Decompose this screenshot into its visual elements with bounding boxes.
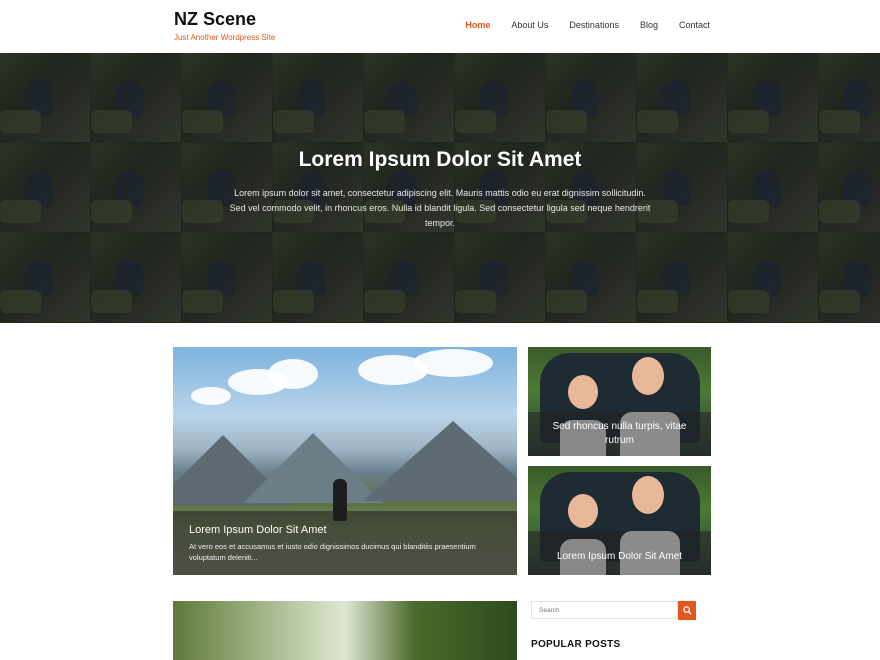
hero-banner: Lorem Ipsum Dolor Sit Amet Lorem ipsum d…	[0, 53, 880, 323]
featured-post-side-1-title[interactable]: Sed rhoncus nulla turpis, vitae rutrum	[538, 420, 701, 448]
site-title[interactable]: NZ Scene	[174, 9, 256, 30]
featured-post-main-excerpt: At vero eos et accusamus et iusto odio d…	[189, 542, 476, 562]
main-nav: Home About Us Destinations Blog Contact	[444, 20, 710, 30]
featured-post-main[interactable]: Lorem Ipsum Dolor Sit Amet At vero eos e…	[173, 347, 517, 575]
nav-item-blog[interactable]: Blog	[640, 20, 658, 30]
site-header: NZ Scene Just Another Wordpress Site Hom…	[0, 0, 880, 53]
nav-item-contact[interactable]: Contact	[679, 20, 710, 30]
featured-post-main-title[interactable]: Lorem Ipsum Dolor Sit Amet	[189, 524, 327, 536]
post-thumbnail-image[interactable]	[173, 601, 517, 660]
featured-post-side-2[interactable]: Lorem Ipsum Dolor Sit Amet	[528, 466, 711, 575]
featured-post-side-2-title[interactable]: Lorem Ipsum Dolor Sit Amet	[538, 550, 701, 564]
hero-text: Lorem ipsum dolor sit amet, consectetur …	[229, 188, 651, 228]
hero-title: Lorem Ipsum Dolor Sit Amet	[298, 148, 582, 171]
nav-item-about-us[interactable]: About Us	[511, 20, 548, 30]
nav-item-destinations[interactable]: Destinations	[569, 20, 619, 30]
site-tagline: Just Another Wordpress Site	[174, 33, 276, 42]
search-input[interactable]	[531, 601, 678, 619]
popular-posts-heading: POPULAR POSTS	[531, 639, 621, 650]
featured-post-side-1[interactable]: Sed rhoncus nulla turpis, vitae rutrum	[528, 347, 711, 456]
nav-item-home[interactable]: Home	[465, 20, 490, 30]
search-button[interactable]	[678, 601, 696, 620]
search-icon	[682, 606, 692, 615]
